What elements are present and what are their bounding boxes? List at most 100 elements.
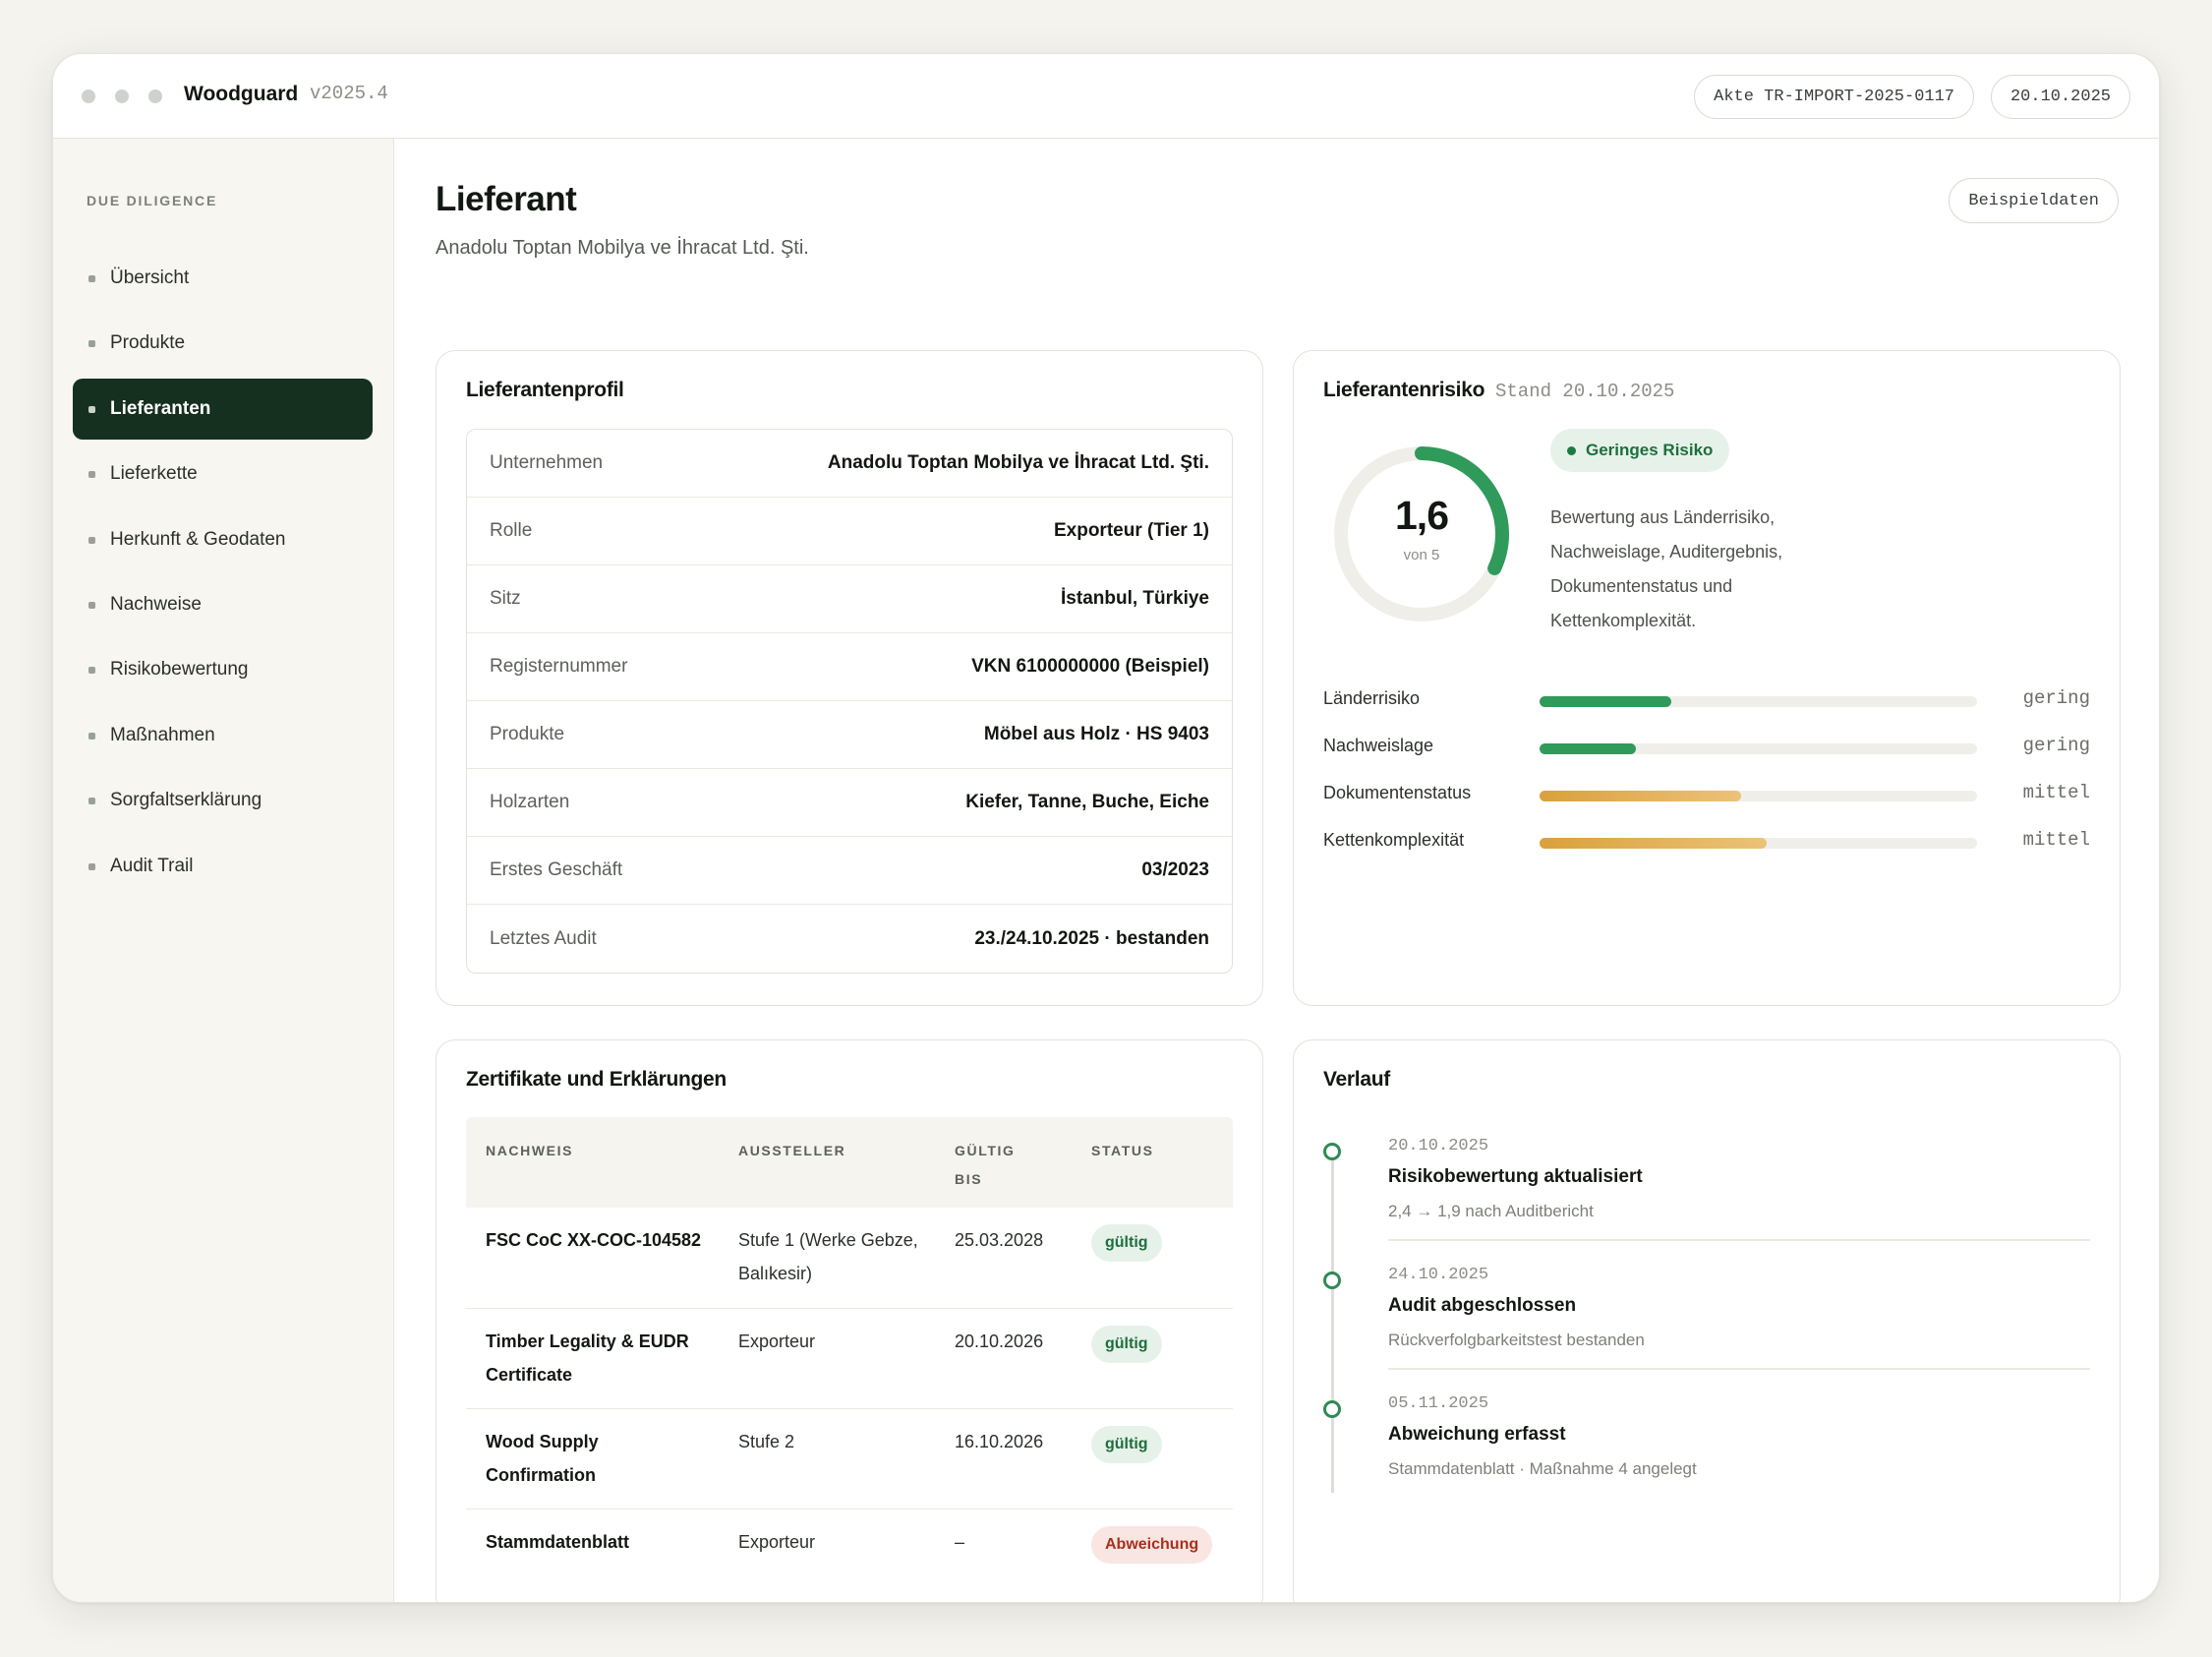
certificates-card: Zertifikate und Erklärungen NACHWEIS AUS… xyxy=(436,1039,1263,1602)
sidebar-item[interactable]: Lieferanten xyxy=(73,379,373,440)
timeline-line xyxy=(1331,1149,1334,1493)
window-dot-icon[interactable] xyxy=(148,89,162,103)
risk-factor-row: Kettenkomplexität mittel xyxy=(1323,827,2090,857)
certificate-status-cell: gültig xyxy=(1091,1325,1162,1363)
certificate-issuer: Stufe 1 (Werke Gebze, Balıkesir) xyxy=(738,1230,918,1283)
app-version: v2025.4 xyxy=(310,83,388,104)
risk-factor-label: Kettenkomplexität xyxy=(1323,830,1465,850)
sidebar-item-label: Übersicht xyxy=(110,267,190,288)
sidebar-item[interactable]: Risikobewertung xyxy=(73,639,373,700)
date-pill[interactable]: 20.10.2025 xyxy=(1990,75,2130,119)
file-pill[interactable]: Akte TR-IMPORT-2025-0117 xyxy=(1694,75,1974,119)
sample-data-button[interactable]: Beispieldaten xyxy=(1949,178,2119,223)
timeline-separator xyxy=(1388,1239,2090,1241)
timeline-title: Audit abgeschlossen xyxy=(1388,1295,1577,1316)
profile-value: VKN 6100000000 (Beispiel) xyxy=(971,656,1209,677)
sidebar-item[interactable]: Sorgfaltserklärung xyxy=(73,770,373,831)
bullet-icon xyxy=(88,733,95,740)
supplier-risk-card: Lieferantenrisiko Stand 20.10.2025 1,6 v… xyxy=(1293,350,2121,1006)
certificate-name: Timber Legality & EUDR Certificate xyxy=(486,1332,689,1385)
sidebar-item[interactable]: Herkunft & Geodaten xyxy=(73,509,373,570)
profile-key: Registernummer xyxy=(490,656,628,677)
timeline-subtitle: 2,4 → 1,9 nach Auditbericht xyxy=(1388,1202,1594,1220)
profile-row: Sitz İstanbul, Türkiye xyxy=(467,565,1232,633)
sidebar-item-label: Audit Trail xyxy=(110,856,194,876)
bullet-icon xyxy=(88,602,95,609)
sidebar-item[interactable]: Audit Trail xyxy=(73,836,373,897)
window-dot-icon[interactable] xyxy=(115,89,129,103)
profile-row: Letztes Audit 23./24.10.2025 · bestanden xyxy=(467,905,1232,973)
status-badge: gültig xyxy=(1091,1426,1162,1463)
risk-factor-track xyxy=(1540,743,1977,754)
sidebar-item-label: Nachweise xyxy=(110,594,202,615)
sidebar-item[interactable]: Nachweise xyxy=(73,574,373,635)
timeline-date: 05.11.2025 xyxy=(1388,1394,1489,1413)
profile-key: Produkte xyxy=(490,724,565,744)
table-header: NACHWEIS AUSSTELLER GÜLTIG BIS STATUS xyxy=(466,1117,1233,1208)
bullet-icon xyxy=(88,406,95,413)
risk-factor-row: Nachweislage gering xyxy=(1323,733,2090,762)
timeline-title: Risikobewertung aktualisiert xyxy=(1388,1166,1643,1187)
certificate-status-cell: gültig xyxy=(1091,1223,1162,1262)
certificate-issuer: Stufe 2 xyxy=(738,1432,795,1451)
risk-factor-level: mittel xyxy=(2022,829,2090,851)
title-bar: Woodguard v2025.4 Akte TR-IMPORT-2025-01… xyxy=(53,54,2159,139)
card-title: Zertifikate und Erklärungen xyxy=(466,1068,727,1091)
profile-key: Letztes Audit xyxy=(490,927,597,949)
risk-stand-date: Stand 20.10.2025 xyxy=(1495,381,1675,402)
risk-factor-track xyxy=(1540,696,1977,707)
certificate-name: Wood Supply Confirmation xyxy=(486,1432,599,1485)
status-dot-icon xyxy=(1567,446,1576,455)
timeline-separator xyxy=(1388,1368,2090,1370)
timeline-title: Abweichung erfasst xyxy=(1388,1424,1566,1445)
risk-factor-row: Dokumentenstatus mittel xyxy=(1323,780,2090,809)
sidebar-item[interactable]: Übersicht xyxy=(73,248,373,309)
sidebar-heading: DUE DILIGENCE xyxy=(87,193,218,208)
profile-row: Holzarten Kiefer, Tanne, Buche, Eiche xyxy=(467,769,1232,837)
certificates-table: NACHWEIS AUSSTELLER GÜLTIG BIS STATUS FS… xyxy=(466,1117,1233,1576)
timeline-node-icon xyxy=(1323,1272,1341,1289)
profile-row: Erstes Geschäft 03/2023 xyxy=(467,837,1232,905)
sidebar-item[interactable]: Maßnahmen xyxy=(73,705,373,766)
column-header: GÜLTIG BIS xyxy=(955,1143,1016,1187)
bullet-icon xyxy=(88,471,95,478)
certificate-status-cell: gültig xyxy=(1091,1425,1162,1463)
table-row: Wood Supply Confirmation Stufe 2 16.10.202… xyxy=(466,1409,1233,1509)
profile-value: İstanbul, Türkiye xyxy=(1061,588,1209,609)
certificate-valid-until: 20.10.2026 xyxy=(955,1332,1044,1351)
profile-row: Registernummer VKN 6100000000 (Beispiel) xyxy=(467,633,1232,701)
risk-factor-level: gering xyxy=(2022,735,2090,756)
column-header: AUSSTELLER xyxy=(738,1143,846,1158)
risk-factor-label: Dokumentenstatus xyxy=(1323,783,1472,802)
window-dot-icon[interactable] xyxy=(82,89,95,103)
status-badge: gültig xyxy=(1091,1326,1162,1363)
supplier-profile-card: Lieferantenprofil Unternehmen Anadolu Top… xyxy=(436,350,1263,1006)
risk-factor-bar xyxy=(1540,743,1636,754)
profile-key: Rolle xyxy=(490,520,533,541)
sidebar-item[interactable]: Produkte xyxy=(73,313,373,374)
bullet-icon xyxy=(88,667,95,674)
risk-factor-row: Länderrisiko gering xyxy=(1323,685,2090,715)
column-header: NACHWEIS xyxy=(486,1143,574,1158)
card-title: Verlauf xyxy=(1323,1068,1390,1091)
page-subtitle: Anadolu Toptan Mobilya ve İhracat Ltd. Ş… xyxy=(436,237,809,259)
bullet-icon xyxy=(88,863,95,870)
risk-factor-bar xyxy=(1540,838,1768,849)
sidebar-item-label: Sorgfaltserklärung xyxy=(110,790,262,810)
status-badge: gültig xyxy=(1091,1224,1162,1262)
sidebar-item[interactable]: Lieferkette xyxy=(73,444,373,504)
timeline-node-icon xyxy=(1323,1143,1341,1160)
status-badge: Abweichung xyxy=(1091,1526,1213,1564)
certificate-name: FSC CoC XX-COC-104582 xyxy=(486,1230,702,1250)
certificate-issuer: Exporteur xyxy=(738,1532,816,1552)
app-window: Woodguard v2025.4 Akte TR-IMPORT-2025-01… xyxy=(52,53,2160,1603)
risk-factor-label: Länderrisiko xyxy=(1323,688,1421,708)
risk-factor-bar xyxy=(1540,791,1741,801)
certificate-issuer: Exporteur xyxy=(738,1332,816,1351)
certificate-valid-until: 25.03.2028 xyxy=(955,1230,1044,1250)
risk-score: 1,6 xyxy=(1395,493,1449,538)
risk-factor-label: Nachweislage xyxy=(1323,736,1434,755)
profile-key: Holzarten xyxy=(490,792,570,812)
card-title: Lieferantenrisiko xyxy=(1323,379,1485,401)
sidebar-item-label: Lieferanten xyxy=(110,398,211,419)
